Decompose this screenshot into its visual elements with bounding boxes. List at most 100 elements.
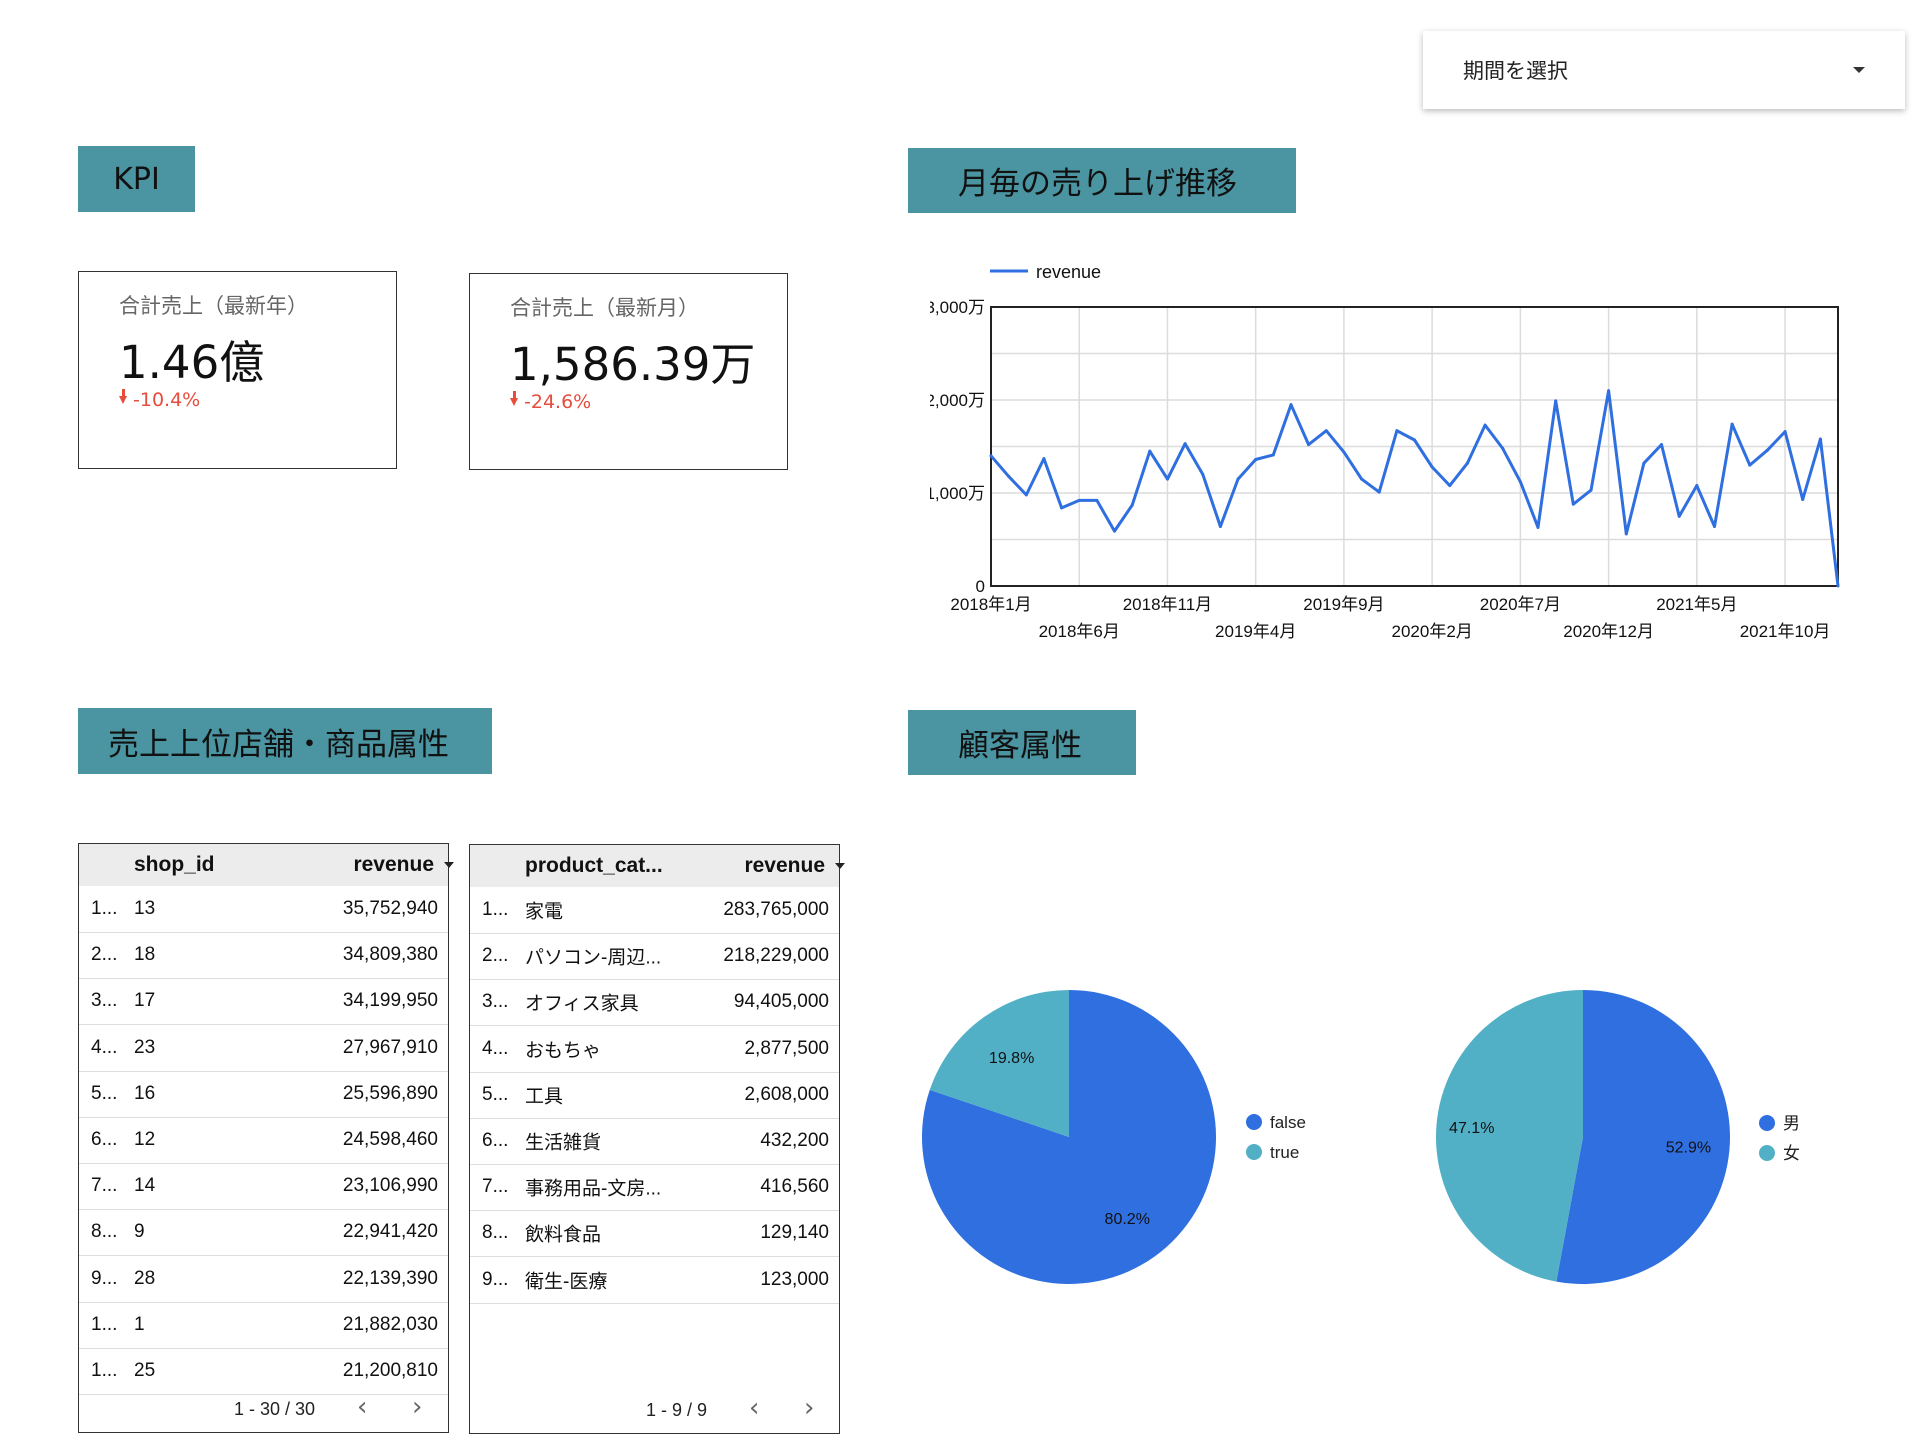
revenue-point [1095,498,1099,502]
pie-chart-gender: 52.9% 47.1% 男 女 [1436,990,1800,1284]
x-tick-label: 2018年6月 [1039,622,1120,641]
revenue-point [1254,458,1258,462]
period-selector[interactable]: 期間を選択 [1423,31,1905,109]
row-index: 3... [91,990,118,1012]
kpi-delta-value: -10.4% [133,389,201,411]
row-revenue: 22,941,420 [342,1221,438,1243]
revenue-point [1607,389,1611,393]
revenue-point [1501,446,1505,450]
column-header-shop-id[interactable]: shop_id [134,853,215,877]
row-key: 12 [134,1129,156,1150]
table-row[interactable]: 9... 28 22,139,390 [79,1256,448,1303]
row-revenue: 283,765,000 [723,899,829,920]
table-row[interactable]: 8... 飲料食品 129,140 [470,1210,839,1258]
prev-page-icon[interactable]: ‹ [357,1392,367,1422]
chart-horizontal-grid [991,352,1838,541]
row-revenue: 94,405,000 [733,991,829,1013]
row-index: 6... [91,1129,118,1150]
period-selector-label: 期間を選択 [1463,59,1568,83]
revenue-point [1271,453,1275,457]
table-row[interactable]: 5... 工具 2,608,000 [470,1072,839,1119]
row-key: パソコン-周辺... [525,947,662,969]
row-key: 23 [134,1036,156,1058]
row-key: 25 [134,1360,156,1381]
revenue-point [1748,463,1752,467]
row-key: 9 [134,1221,145,1243]
next-page-icon[interactable]: › [804,1393,814,1423]
table-row[interactable]: 3... 17 34,199,950 [79,978,448,1026]
pagination-label: 1 - 9 / 9 [646,1400,708,1420]
x-tick-label: 2020年2月 [1392,622,1473,641]
table-header: shop_id revenue [79,844,454,886]
row-revenue: 218,229,000 [723,945,829,967]
row-index: 9... [482,1268,509,1290]
table-row[interactable]: 3... オフィス家具 94,405,000 [470,979,839,1027]
row-index: 4... [482,1037,509,1059]
table-row[interactable]: 9... 衛生-医療 123,000 [470,1257,839,1304]
prev-page-icon[interactable]: ‹ [749,1393,759,1423]
revenue-point [1165,477,1169,481]
row-key: 工具 [525,1086,564,1108]
row-revenue: 432,200 [760,1130,829,1151]
revenue-point [1783,430,1787,434]
row-key: 28 [134,1267,156,1289]
row-key: おもちゃ [525,1040,602,1062]
revenue-point [1589,488,1593,492]
legend-swatch-male [1759,1115,1775,1131]
table-row[interactable]: 8... 9 22,941,420 [79,1209,448,1257]
column-header-label: revenue [353,853,434,876]
arrow-down-icon [119,389,127,404]
table-row[interactable]: 1... 家電 283,765,000 [470,887,839,934]
x-tick-label: 2020年12月 [1563,622,1654,641]
column-header-revenue[interactable]: revenue [353,853,454,877]
row-index: 9... [91,1267,118,1289]
legend-label: 男 [1783,1114,1800,1133]
row-revenue: 129,140 [760,1222,829,1244]
revenue-point [1836,584,1840,588]
revenue-point [989,454,993,458]
shop-revenue-table: shop_id revenue 1... 13 35,752,940 2... 18 34… [78,843,454,1433]
product-category-revenue-table: product_cat... revenue 1... 家電 283,765,000… [469,844,845,1434]
x-tick-label: 2018年11月 [1123,595,1212,614]
row-index: 3... [482,991,509,1013]
y-tick-label: 1,000万 [930,484,985,503]
table-row[interactable]: 1... 25 21,200,810 [79,1348,448,1395]
table-row[interactable]: 5... 16 25,596,890 [79,1071,448,1118]
column-header-revenue[interactable]: revenue [744,854,845,878]
row-index: 5... [91,1082,118,1104]
row-index: 7... [482,1176,509,1198]
table-row[interactable]: 2... パソコン-周辺... 218,229,000 [470,933,839,981]
table-row[interactable]: 2... 18 34,809,380 [79,932,448,980]
table-row[interactable]: 7... 事務用品-文房... 416,560 [470,1164,839,1212]
kpi-card-latest-year: 合計売上（最新年） 1.46億 -10.4% [78,271,397,469]
table-row[interactable]: 1... 13 35,752,940 [79,886,448,933]
row-index: 1... [91,1360,118,1381]
pie-value-label: 52.9% [1666,1140,1711,1157]
table-row[interactable]: 4... おもちゃ 2,877,500 [470,1026,839,1073]
revenue-point [1183,442,1187,446]
revenue-point [1360,477,1364,481]
table-row[interactable]: 4... 23 27,967,910 [79,1025,448,1072]
revenue-point [1801,498,1805,502]
row-revenue: 2,877,500 [744,1037,829,1059]
table-row[interactable]: 7... 14 23,106,990 [79,1163,448,1211]
table-row[interactable]: 6... 12 24,598,460 [79,1117,448,1164]
table-row[interactable]: 1... 1 21,882,030 [79,1302,448,1349]
row-revenue: 34,809,380 [342,944,438,966]
revenue-point [1413,438,1416,442]
row-revenue: 23,106,990 [342,1175,438,1197]
row-index: 8... [91,1221,118,1243]
pie-legend: false true [1246,1113,1306,1162]
row-key: 16 [134,1082,156,1104]
pie-slices: 80.2% 19.8% [922,990,1216,1284]
y-tick-label: 0 [976,577,985,596]
table-row[interactable]: 6... 生活雑貨 432,200 [470,1118,839,1165]
row-key: 18 [134,944,156,966]
chart-legend: revenue [990,262,1101,282]
legend-label: false [1270,1113,1306,1132]
next-page-icon[interactable]: › [412,1392,422,1422]
section-title: KPI [113,161,160,197]
row-index: 6... [482,1130,509,1151]
column-header-product-category[interactable]: product_cat... [525,854,663,878]
row-revenue: 25,596,890 [342,1082,438,1104]
